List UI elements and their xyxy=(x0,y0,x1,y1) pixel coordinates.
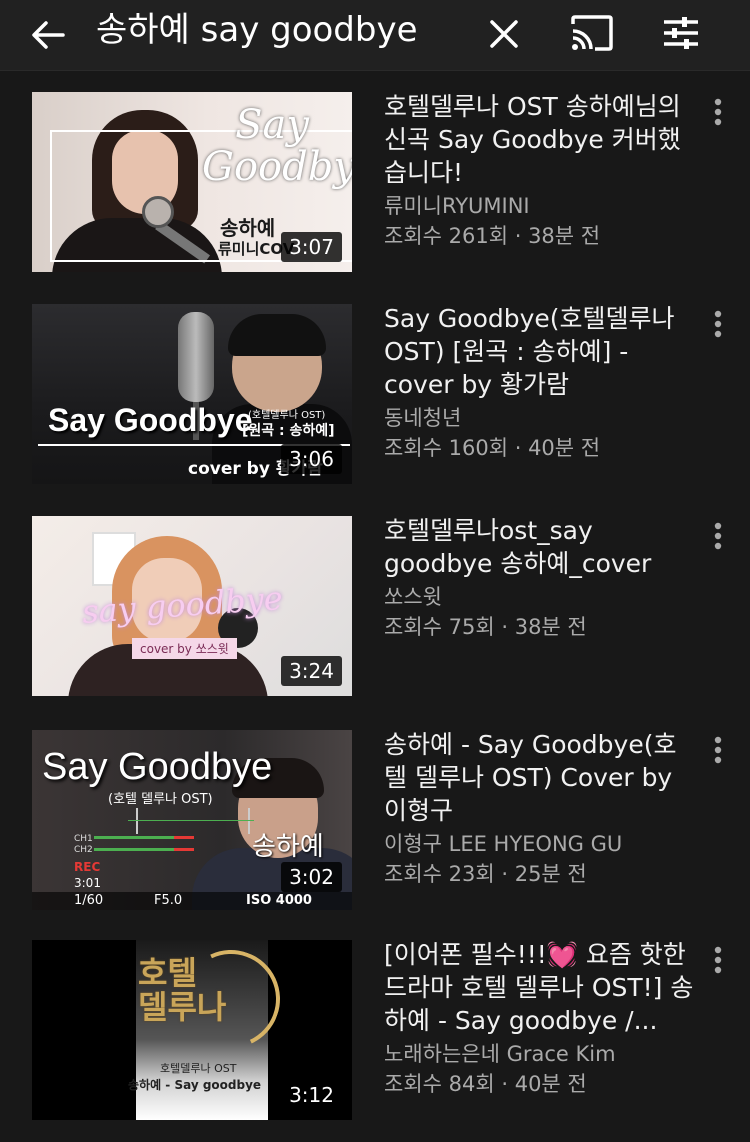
video-title[interactable]: Say Goodbye(호텔델루나 OST) [원곡 : 송하예] - cove… xyxy=(384,302,694,401)
channel-name: 류미니RYUMINI xyxy=(384,194,530,218)
cast-button[interactable] xyxy=(562,6,622,60)
more-vert-icon xyxy=(714,522,722,550)
search-query[interactable]: 송하예 say goodbye xyxy=(96,6,476,54)
more-options-button[interactable] xyxy=(702,940,734,980)
back-button[interactable] xyxy=(20,10,76,60)
thumbnail-text: REC xyxy=(74,860,101,874)
video-title[interactable]: 호텔델루나ost_say goodbye 송하예_cover xyxy=(384,514,694,580)
thumbnail-art xyxy=(128,820,254,821)
thumbnail-text: Say Goodbye xyxy=(48,402,253,438)
thumbnail-text: 송하예 - Say goodbye xyxy=(128,1078,262,1092)
thumbnail-text: cover by 쏘스윗 xyxy=(132,638,237,659)
thumbnail-art xyxy=(178,312,214,402)
arrow-left-icon xyxy=(32,21,65,49)
thumbnail-text: 송하예 xyxy=(220,216,276,240)
video-meta: 호텔델루나ost_say goodbye 송하예_cover 쏘스윗 조회수 7… xyxy=(384,514,694,642)
thumbnail-text: 1/60 xyxy=(74,893,104,908)
thumbnail-text: CH1 CH2 xyxy=(74,834,93,855)
more-options-button[interactable] xyxy=(702,516,734,556)
video-thumbnail[interactable]: Say Goodbye (호텔 델루나 OST) CH1 CH2 REC 3:0… xyxy=(32,730,352,910)
more-vert-icon xyxy=(714,736,722,764)
duration-badge: 3:12 xyxy=(281,1080,342,1110)
channel-name: 노래하는은네 Grace Kim xyxy=(384,1042,616,1066)
filter-sliders-icon xyxy=(664,17,698,49)
more-vert-icon xyxy=(714,98,722,126)
thumbnail-art xyxy=(136,808,250,834)
search-header: 송하예 say goodbye xyxy=(0,0,750,71)
audio-meter xyxy=(94,836,194,839)
video-thumbnail[interactable]: Say Goodbye (호텔델루나 OST) [원곡 : 송하예] cover… xyxy=(32,304,352,484)
clear-search-button[interactable] xyxy=(478,8,530,60)
thumbnail-text: 송하예 xyxy=(252,832,324,862)
audio-meter xyxy=(94,848,194,851)
video-meta: 호텔델루나 OST 송하예님의 신곡 Say Goodbye 커버했습니다! 류… xyxy=(384,90,694,251)
thumbnail-text: (호텔델루나 OST) xyxy=(248,410,326,421)
video-meta: [이어폰 필수!!!💓 요즘 핫한 드라마 호텔 델루나 OST!] 송하예 -… xyxy=(384,938,694,1099)
video-thumbnail[interactable]: SayGoodbye 송하예 류미니COV 3:07 xyxy=(32,92,352,272)
video-title[interactable]: [이어폰 필수!!!💓 요즘 핫한 드라마 호텔 델루나 OST!] 송하예 -… xyxy=(384,938,694,1037)
video-result[interactable]: 호텔 델루나 호텔델루나 OST 송하예 - Say goodbye 3:12 … xyxy=(0,938,750,1134)
duration-badge: 3:06 xyxy=(281,444,342,474)
video-title[interactable]: 송하예 - Say Goodbye(호텔 델루나 OST) Cover by 이… xyxy=(384,728,694,827)
more-options-button[interactable] xyxy=(702,92,734,132)
video-stats: 조회수 23회 · 25분 전 xyxy=(384,862,587,886)
thumbnail-text: F5.0 xyxy=(154,893,183,908)
more-vert-icon xyxy=(714,310,722,338)
thumbnail-text: SayGoodbye xyxy=(202,102,352,190)
duration-badge: 3:07 xyxy=(281,232,342,262)
more-vert-icon xyxy=(714,946,722,974)
video-thumbnail[interactable]: 호텔 델루나 호텔델루나 OST 송하예 - Say goodbye 3:12 xyxy=(32,940,352,1120)
video-stats: 조회수 160회 · 40분 전 xyxy=(384,436,601,460)
thumbnail-text: 호텔델루나 OST xyxy=(160,1062,237,1075)
thumbnail-text: 3:01 xyxy=(74,876,101,890)
video-stats: 조회수 75회 · 38분 전 xyxy=(384,615,587,639)
video-result[interactable]: Say Goodbye (호텔 델루나 OST) CH1 CH2 REC 3:0… xyxy=(0,728,750,924)
duration-badge: 3:24 xyxy=(281,656,342,686)
thumbnail-text: 호텔 델루나 xyxy=(138,954,227,1026)
thumbnail-text: ISO 4000 xyxy=(246,893,312,908)
more-options-button[interactable] xyxy=(702,730,734,770)
video-result[interactable]: say goodbye cover by 쏘스윗 3:24 호텔델루나ost_s… xyxy=(0,514,750,710)
thumbnail-text: (호텔 델루나 OST) xyxy=(108,792,213,807)
more-options-button[interactable] xyxy=(702,304,734,344)
close-icon xyxy=(490,20,518,48)
video-thumbnail[interactable]: say goodbye cover by 쏘스윗 3:24 xyxy=(32,516,352,696)
filter-button[interactable] xyxy=(652,6,710,60)
video-result[interactable]: Say Goodbye (호텔델루나 OST) [원곡 : 송하예] cover… xyxy=(0,302,750,498)
video-result[interactable]: SayGoodbye 송하예 류미니COV 3:07 호텔델루나 OST 송하예… xyxy=(0,90,750,286)
duration-badge: 3:02 xyxy=(281,862,342,892)
cast-icon xyxy=(571,15,613,51)
thumbnail-text: [원곡 : 송하예] xyxy=(242,423,335,439)
video-stats: 조회수 84회 · 40분 전 xyxy=(384,1072,587,1096)
video-meta: 송하예 - Say Goodbye(호텔 델루나 OST) Cover by 이… xyxy=(384,728,694,889)
video-stats: 조회수 261회 · 38분 전 xyxy=(384,224,601,248)
video-meta: Say Goodbye(호텔델루나 OST) [원곡 : 송하예] - cove… xyxy=(384,302,694,463)
search-results-list: SayGoodbye 송하예 류미니COV 3:07 호텔델루나 OST 송하예… xyxy=(0,70,750,1142)
channel-name: 쏘스윗 xyxy=(384,585,442,609)
video-title[interactable]: 호텔델루나 OST 송하예님의 신곡 Say Goodbye 커버했습니다! xyxy=(384,90,694,189)
channel-name: 동네청년 xyxy=(384,406,462,430)
camera-info-row: 1/60 F5.0 ISO 4000 xyxy=(32,892,352,910)
channel-name: 이형구 LEE HYEONG GU xyxy=(384,832,623,856)
thumbnail-text: Say Goodbye xyxy=(42,746,273,788)
thumbnail-art xyxy=(228,314,326,356)
